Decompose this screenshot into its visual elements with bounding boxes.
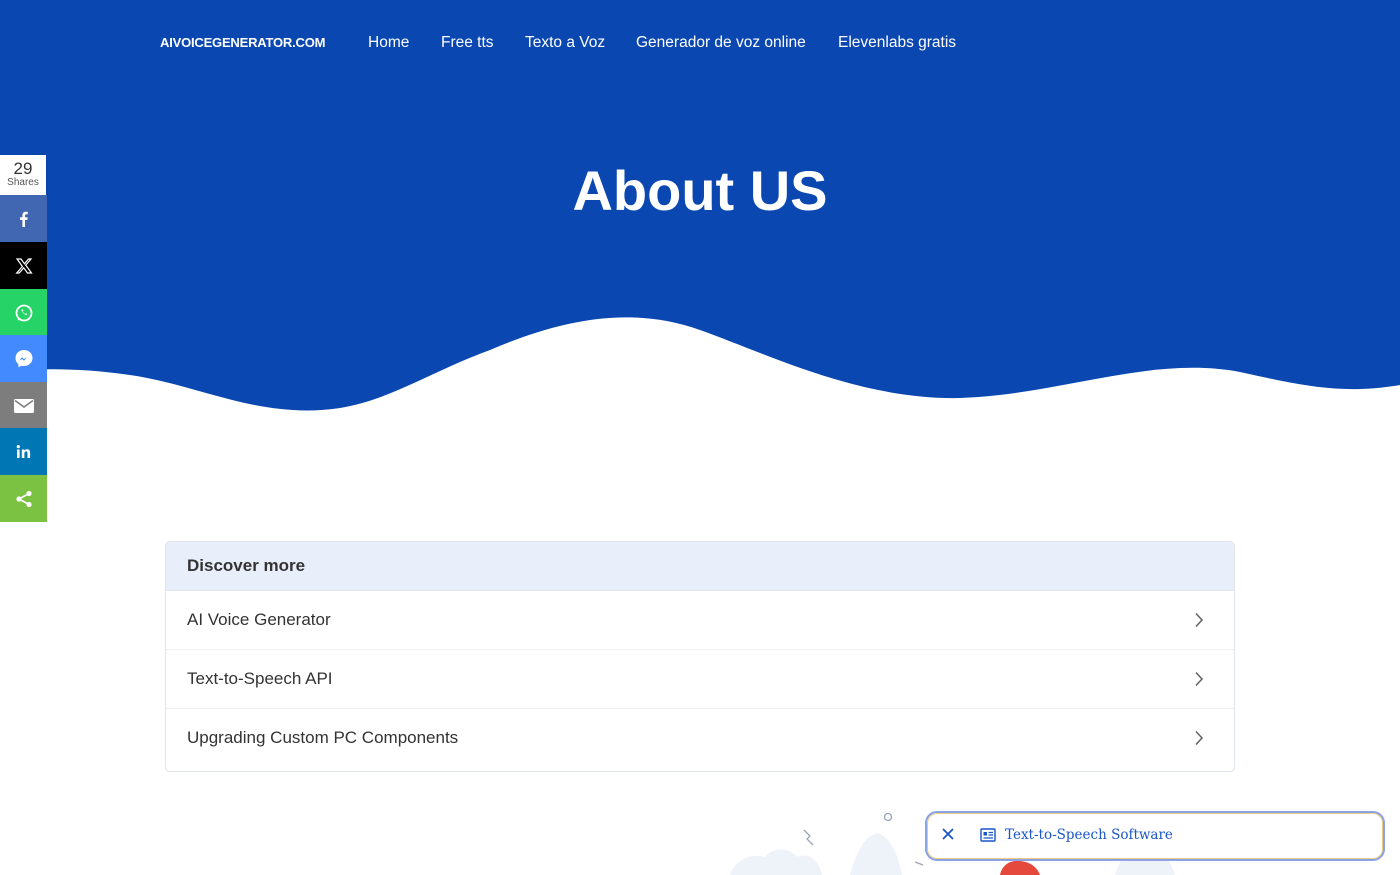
linkedin-icon: [16, 444, 30, 458]
share-messenger-button[interactable]: [0, 335, 47, 382]
share-facebook-button[interactable]: [0, 195, 47, 242]
floating-search-chip[interactable]: Text-to-Speech Software: [925, 811, 1385, 861]
article-icon: [980, 828, 996, 842]
nav-link-home[interactable]: Home: [368, 34, 409, 52]
share-counter: 29 Shares: [0, 155, 46, 195]
discover-item-tts-api[interactable]: Text-to-Speech API: [166, 650, 1234, 709]
chip-label: Text-to-Speech Software: [1005, 827, 1173, 843]
share-more-button[interactable]: [0, 475, 47, 522]
discover-more-heading: Discover more: [166, 542, 1234, 591]
nav-link-generador-de-voz[interactable]: Generador de voz online: [636, 34, 806, 52]
whatsapp-icon: [15, 304, 32, 321]
nav-link-free-tts[interactable]: Free tts: [441, 34, 494, 52]
nav-link-texto-a-voz[interactable]: Texto a Voz: [525, 34, 605, 52]
x-icon: [14, 257, 33, 274]
messenger-icon: [15, 349, 32, 367]
discover-item-upgrading-pc[interactable]: Upgrading Custom PC Components: [166, 709, 1234, 767]
discover-item-label: Upgrading Custom PC Components: [187, 728, 459, 747]
discover-item-ai-voice-generator[interactable]: AI Voice Generator: [166, 591, 1234, 650]
site-logo[interactable]: AIVOICEGENERATOR.COM: [160, 35, 325, 50]
chevron-right-icon: [1195, 612, 1204, 628]
nav-link-elevenlabs-gratis[interactable]: Elevenlabs gratis: [838, 34, 956, 52]
share-x-button[interactable]: [0, 242, 47, 289]
share-email-button[interactable]: [0, 382, 47, 429]
hero-banner: AIVOICEGENERATOR.COM Home Free tts Texto…: [0, 0, 1400, 420]
chevron-right-icon: [1195, 730, 1204, 746]
share-count: 29: [13, 159, 33, 178]
page-title: About US: [572, 159, 828, 222]
top-navigation: AIVOICEGENERATOR.COM Home Free tts Texto…: [0, 0, 1400, 86]
email-icon: [13, 398, 34, 413]
discover-item-label: Text-to-Speech API: [187, 669, 333, 688]
close-icon[interactable]: [941, 827, 955, 841]
share-icon: [15, 490, 32, 507]
chevron-right-icon: [1195, 671, 1204, 687]
share-count-label: Shares: [7, 177, 39, 188]
share-whatsapp-button[interactable]: [0, 289, 47, 336]
discover-more-panel: Discover more AI Voice Generator Text-to…: [165, 541, 1235, 772]
discover-item-label: AI Voice Generator: [187, 610, 331, 629]
share-linkedin-button[interactable]: [0, 428, 47, 475]
facebook-icon: [19, 211, 28, 227]
